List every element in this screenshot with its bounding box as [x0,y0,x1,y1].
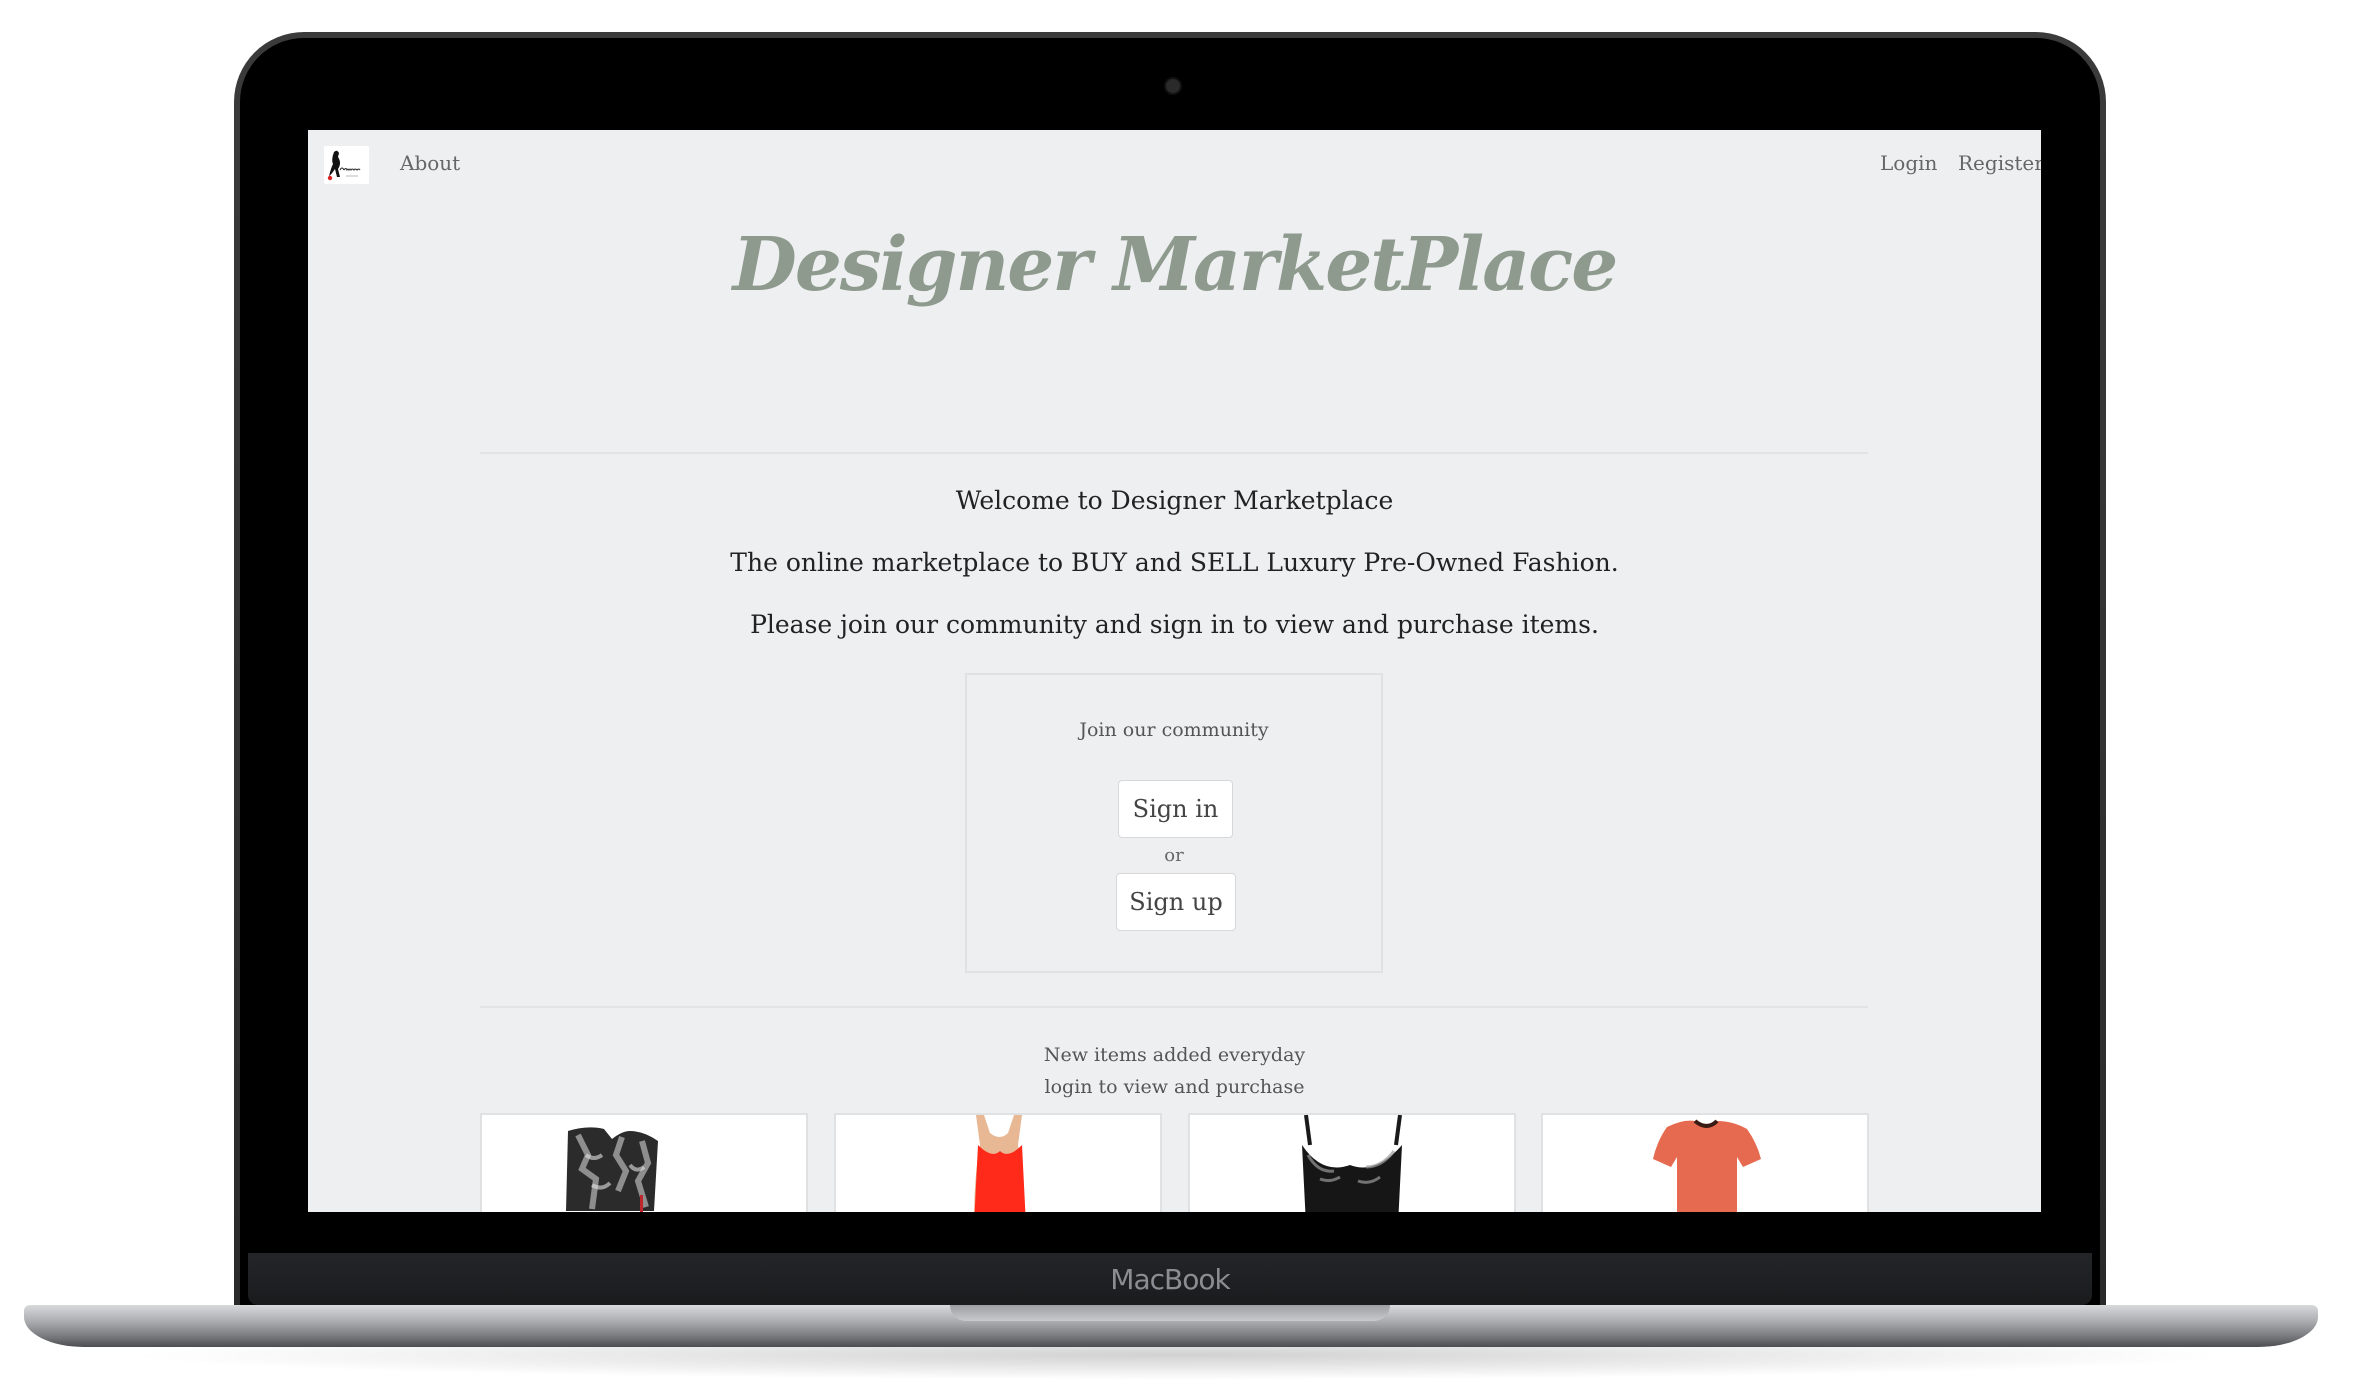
laptop-notch [950,1305,1390,1321]
site-title: Designer MarketPlace [732,222,1619,308]
join-title: Join our community [1079,719,1269,741]
nav-login-link[interactable]: Login [1880,151,1937,175]
welcome-heading: Welcome to Designer Marketplace [955,486,1394,515]
laptop-chin: MacBook [248,1253,2092,1305]
item-card-jacket[interactable] [480,1113,808,1212]
laptop-brand-label: MacBook [1110,1263,1230,1296]
logo[interactable] [324,146,369,184]
webcam-icon [1164,77,1182,95]
nav-about-link[interactable]: About [400,151,460,175]
item-image-jacket [566,1127,658,1212]
new-items-heading: New items added everyday [1043,1044,1306,1066]
item-image-coral-top [1653,1119,1761,1212]
or-separator: or [1164,845,1184,866]
welcome-tagline: The online marketplace to BUY and SELL L… [730,548,1619,577]
item-card-lace-camisole[interactable] [1188,1113,1516,1212]
divider [480,1006,1868,1008]
sign-in-button[interactable]: Sign in [1118,780,1233,838]
new-items-subheading: login to view and purchase [1044,1076,1305,1098]
join-community-panel: Join our community Sign in or Sign up [965,673,1383,973]
fashion-logo-icon [327,150,361,181]
item-image-lace-camisole [1302,1115,1402,1212]
item-image-red-dress [974,1115,1026,1212]
welcome-instructions: Please join our community and sign in to… [750,610,1599,639]
item-card-red-dress[interactable] [834,1113,1162,1212]
navbar: About Login Register [308,130,2041,196]
nav-register-link[interactable]: Register [1958,151,2041,175]
browser-screen: About Login Register Designer MarketPlac… [308,130,2041,1212]
item-card-coral-top[interactable] [1541,1113,1869,1212]
sign-up-button[interactable]: Sign up [1116,873,1236,931]
divider [480,452,1868,454]
